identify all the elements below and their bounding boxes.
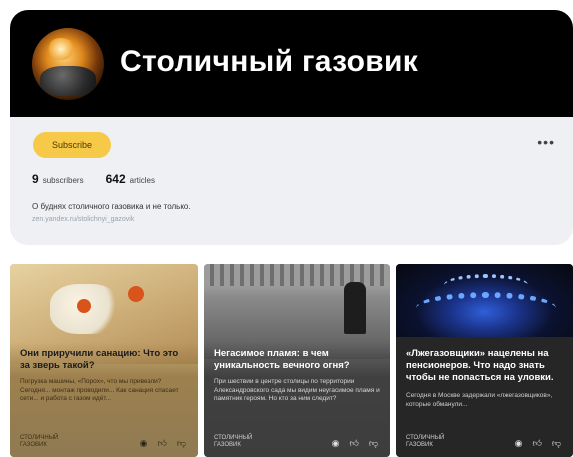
channel-description: О буднях столичного газовика и не только… bbox=[32, 202, 191, 211]
channel-title: Столичный газовик bbox=[120, 45, 419, 78]
thumbs-down-icon[interactable]: 👎︎ bbox=[369, 438, 378, 449]
subscribe-button[interactable]: Subscribe bbox=[33, 132, 111, 158]
articles-count: 642 bbox=[105, 172, 126, 186]
view-icon: ◉ bbox=[514, 438, 523, 448]
thumbs-up-icon[interactable]: 👍︎ bbox=[532, 438, 541, 449]
view-icon: ◉ bbox=[139, 438, 148, 448]
article-card[interactable]: Они приручили санацию: Что это за зверь … bbox=[10, 264, 198, 457]
article-snippet: Погрузка машины, «Порох», что мы привезл… bbox=[20, 378, 179, 402]
subscribers-count: 9 bbox=[32, 172, 39, 186]
article-card[interactable]: «Лжегазовщики» нацелены на пенсионеров. … bbox=[396, 264, 573, 457]
article-title[interactable]: Они приручили санацию: Что это за зверь … bbox=[20, 348, 188, 372]
article-source: СТОЛИЧНЫЙ ГАЗОВИК bbox=[406, 435, 445, 448]
article-actions: ◉ 👍︎ 👎︎ bbox=[332, 438, 378, 449]
article-image bbox=[396, 264, 573, 344]
thumbs-up-icon[interactable]: 👍︎ bbox=[157, 438, 166, 449]
article-actions: ◉ 👍︎ 👎︎ bbox=[140, 438, 186, 449]
article-card[interactable]: Негасимое пламя: в чем уникальность вечн… bbox=[204, 264, 390, 457]
thumbs-up-icon[interactable]: 👍︎ bbox=[349, 438, 358, 449]
channel-card: Столичный газовик Subscribe ••• 9 subscri… bbox=[10, 10, 573, 245]
article-snippet: Сегодня в Москве задержали «лжегазовщико… bbox=[406, 392, 553, 408]
article-source: СТОЛИЧНЫЙ ГАЗОВИК bbox=[214, 435, 253, 448]
channel-avatar[interactable] bbox=[32, 28, 104, 100]
more-options-icon[interactable]: ••• bbox=[537, 134, 555, 150]
article-title[interactable]: Негасимое пламя: в чем уникальность вечн… bbox=[214, 348, 382, 372]
article-actions: ◉ 👍︎ 👎︎ bbox=[515, 438, 561, 449]
articles-label: articles bbox=[129, 176, 155, 185]
article-title[interactable]: «Лжегазовщики» нацелены на пенсионеров. … bbox=[406, 348, 566, 384]
thumbs-down-icon[interactable]: 👎︎ bbox=[177, 438, 186, 449]
view-icon: ◉ bbox=[331, 438, 340, 448]
subscribers-label: subscribers bbox=[42, 176, 84, 185]
thumbs-down-icon[interactable]: 👎︎ bbox=[552, 438, 561, 449]
channel-link[interactable]: zen.yandex.ru/stolichnyi_gazovik bbox=[32, 216, 134, 223]
article-source: СТОЛИЧНЫЙ ГАЗОВИК bbox=[20, 435, 59, 448]
article-snippet: При шествии в центре столицы по территор… bbox=[214, 378, 380, 402]
channel-header: Столичный газовик bbox=[10, 10, 573, 117]
channel-stats: 9 subscribers 642 articles bbox=[32, 172, 155, 186]
